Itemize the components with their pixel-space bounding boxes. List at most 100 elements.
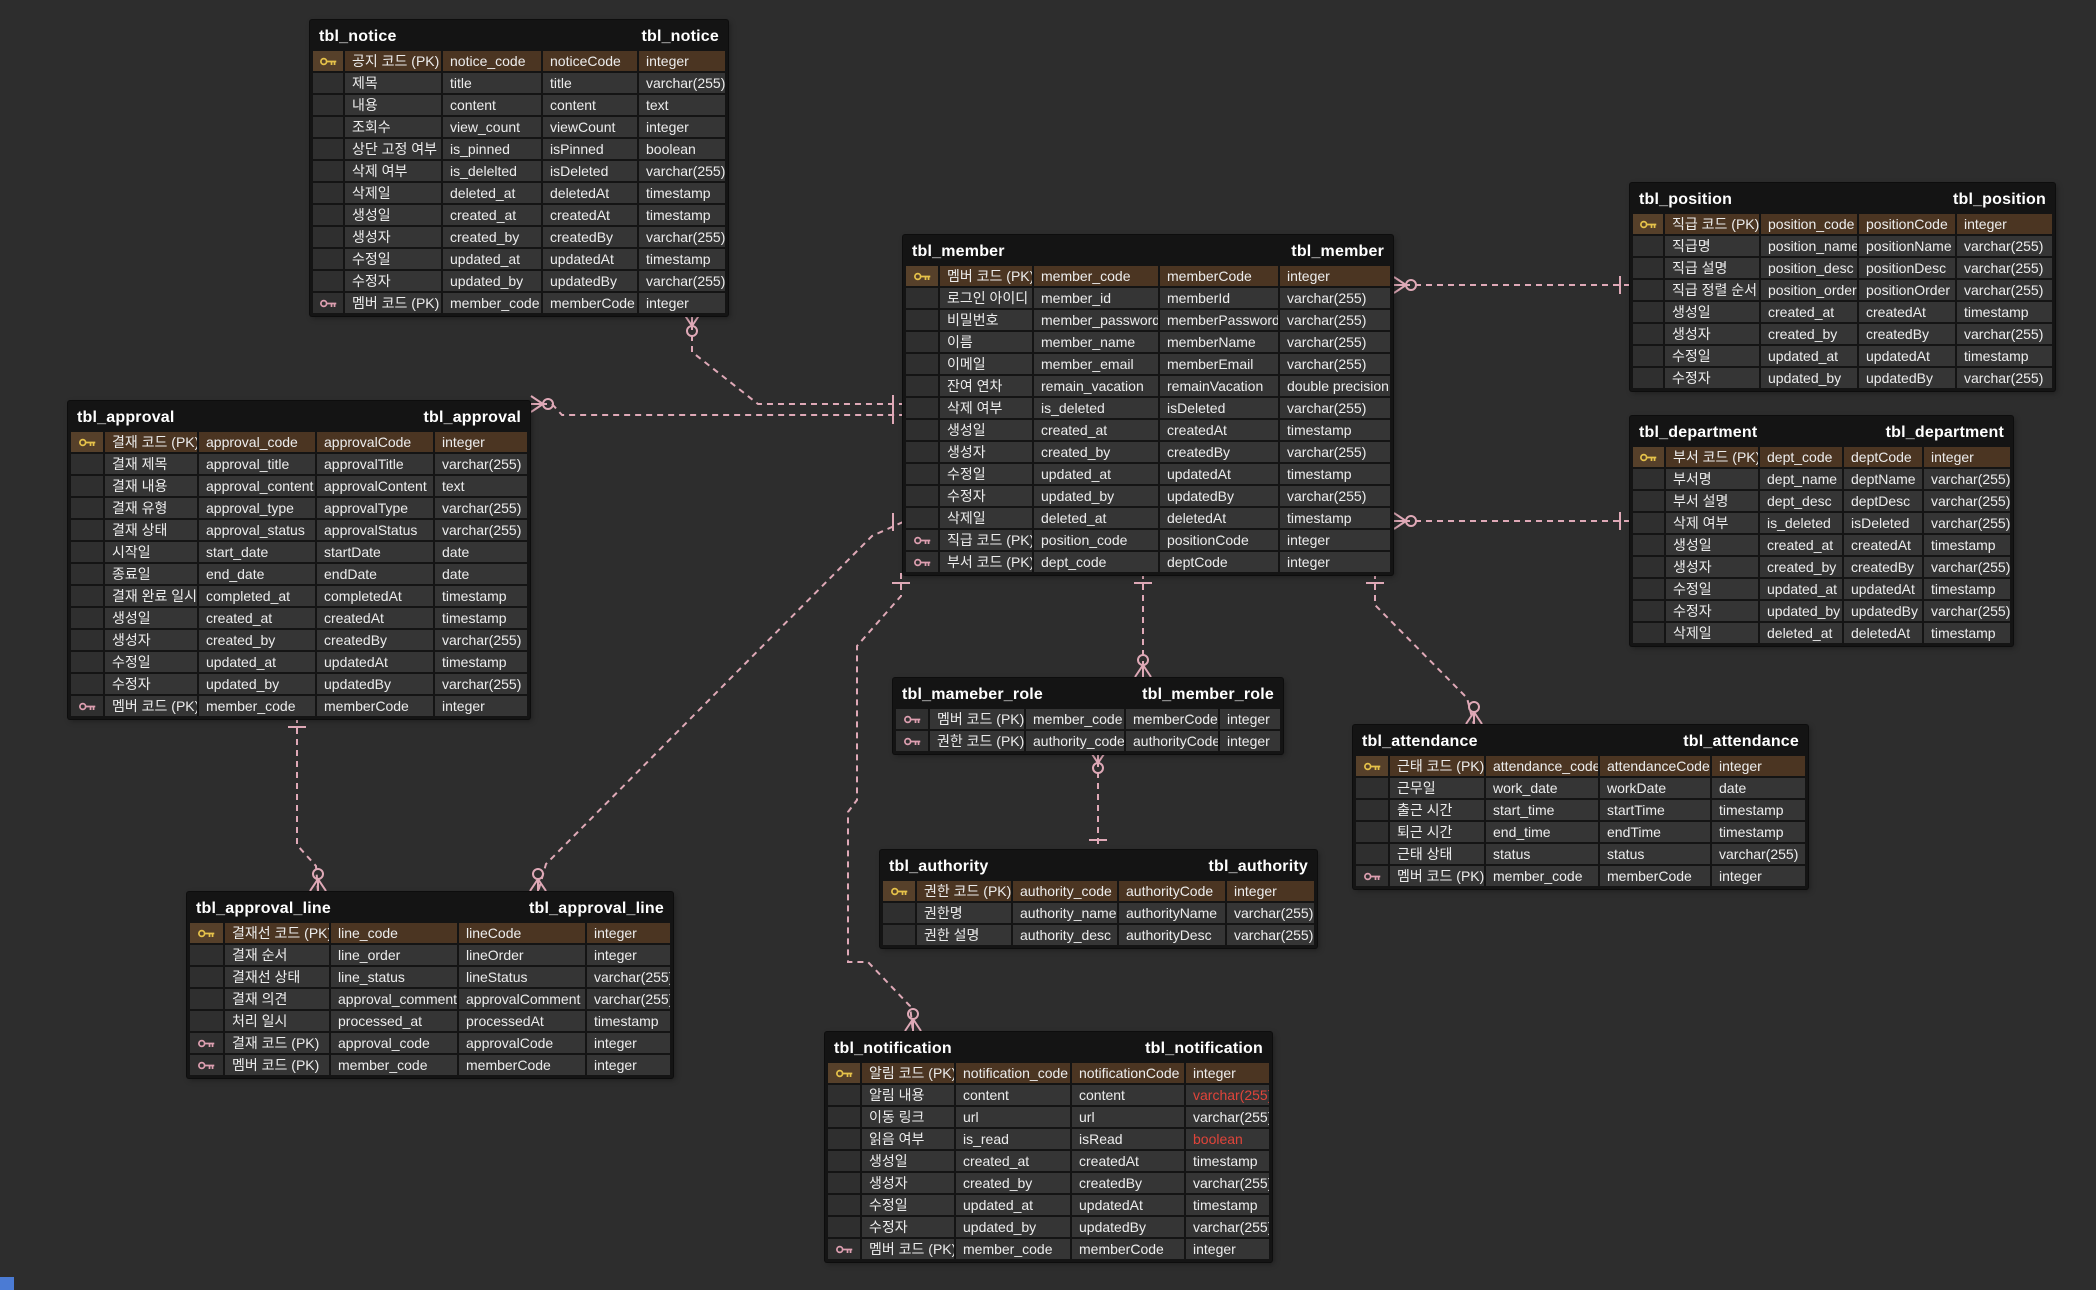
table-tbl_notice[interactable]: tbl_noticetbl_notice공지 코드 (PK)notice_cod… [310, 20, 728, 316]
column-row-deleted_at[interactable]: 삭제일deleted_atdeletedAttimestamp [313, 183, 725, 203]
column-row-member_name[interactable]: 이름member_namememberNamevarchar(255) [906, 332, 1390, 352]
table-header[interactable]: tbl_noticetbl_notice [313, 23, 725, 51]
column-row-updated_at[interactable]: 수정일updated_atupdatedAttimestamp [828, 1195, 1269, 1215]
column-row-title[interactable]: 제목titletitlevarchar(255) [313, 73, 725, 93]
column-row-approval_content[interactable]: 결재 내용approval_contentapprovalContenttext [71, 476, 527, 496]
column-row-updated_at[interactable]: 수정일updated_atupdatedAttimestamp [313, 249, 725, 269]
table-tbl_attendance[interactable]: tbl_attendancetbl_attendance근태 코드 (PK)at… [1353, 725, 1808, 889]
table-tbl_department[interactable]: tbl_departmenttbl_department부서 코드 (PK)de… [1630, 416, 2013, 646]
column-row-approval_code[interactable]: 결재 코드 (PK)approval_codeapprovalCodeinteg… [71, 432, 527, 452]
column-row-dept_code[interactable]: 부서 코드 (PK)dept_codedeptCodeinteger [1633, 447, 2010, 467]
column-row-member_code[interactable]: 멤버 코드 (PK)member_codememberCodeinteger [896, 709, 1280, 729]
column-row-position_name[interactable]: 직급명position_namepositionNamevarchar(255) [1633, 236, 2052, 256]
column-row-created_at[interactable]: 생성일created_atcreatedAttimestamp [313, 205, 725, 225]
column-row-member_email[interactable]: 이메일member_emailmemberEmailvarchar(255) [906, 354, 1390, 374]
column-row-position_code[interactable]: 직급 코드 (PK)position_codepositionCodeinteg… [1633, 214, 2052, 234]
column-row-work_date[interactable]: 근무일work_dateworkDatedate [1356, 778, 1805, 798]
column-row-created_at[interactable]: 생성일created_atcreatedAttimestamp [828, 1151, 1269, 1171]
column-row-updated_at[interactable]: 수정일updated_atupdatedAttimestamp [1633, 579, 2010, 599]
column-row-created_at[interactable]: 생성일created_atcreatedAttimestamp [1633, 302, 2052, 322]
column-row-member_code[interactable]: 멤버 코드 (PK)member_codememberCodeinteger [828, 1239, 1269, 1259]
table-header[interactable]: tbl_approvaltbl_approval [71, 404, 527, 432]
relationship-edge-tbl_member-tbl_notification[interactable] [848, 573, 921, 1032]
column-row-position_order[interactable]: 직급 정렬 순서position_orderpositionOrdervarch… [1633, 280, 2052, 300]
column-row-content[interactable]: 내용contentcontenttext [313, 95, 725, 115]
column-row-start_date[interactable]: 시작일start_datestartDatedate [71, 542, 527, 562]
column-row-updated_by[interactable]: 수정자updated_byupdatedByvarchar(255) [313, 271, 725, 291]
column-row-updated_by[interactable]: 수정자updated_byupdatedByvarchar(255) [906, 486, 1390, 506]
column-row-is_deleted[interactable]: 삭제 여부is_deletedisDeletedvarchar(255) [906, 398, 1390, 418]
column-row-updated_at[interactable]: 수정일updated_atupdatedAttimestamp [906, 464, 1390, 484]
column-row-member_code[interactable]: 멤버 코드 (PK)member_codememberCodeinteger [906, 266, 1390, 286]
column-row-created_by[interactable]: 생성자created_bycreatedByvarchar(255) [1633, 324, 2052, 344]
column-row-updated_by[interactable]: 수정자updated_byupdatedByvarchar(255) [71, 674, 527, 694]
column-row-start_time[interactable]: 출근 시간start_timestartTimetimestamp [1356, 800, 1805, 820]
column-row-updated_at[interactable]: 수정일updated_atupdatedAttimestamp [1633, 346, 2052, 366]
table-header[interactable]: tbl_approval_linetbl_approval_line [190, 895, 670, 923]
relationship-edge-tbl_member-tbl_approval_line[interactable] [530, 513, 903, 892]
column-row-dept_desc[interactable]: 부서 설명dept_descdeptDescvarchar(255) [1633, 491, 2010, 511]
table-header[interactable]: tbl_attendancetbl_attendance [1356, 728, 1805, 756]
relationship-edge-tbl_approval-tbl_approval_line[interactable] [288, 717, 326, 892]
column-row-completed_at[interactable]: 결재 완료 일시completed_atcompletedAttimestamp [71, 586, 527, 606]
column-row-is_deleted[interactable]: 삭제 여부is_deletedisDeletedvarchar(255) [1633, 513, 2010, 533]
column-row-status[interactable]: 근태 상태statusstatusvarchar(255) [1356, 844, 1805, 864]
relationship-edge-tbl_member-tbl_mameber_role[interactable] [1134, 573, 1152, 678]
column-row-created_by[interactable]: 생성자created_bycreatedByvarchar(255) [313, 227, 725, 247]
relationship-edge-tbl_department-tbl_member[interactable] [1393, 512, 1630, 530]
column-row-line_status[interactable]: 결재선 상태line_statuslineStatusvarchar(255) [190, 967, 670, 987]
table-tbl_approval[interactable]: tbl_approvaltbl_approval결재 코드 (PK)approv… [68, 401, 530, 719]
column-row-member_code[interactable]: 멤버 코드 (PK)member_codememberCodeinteger [313, 293, 725, 313]
column-row-updated_by[interactable]: 수정자updated_byupdatedByvarchar(255) [1633, 368, 2052, 388]
relationship-edge-tbl_member-tbl_attendance[interactable] [1366, 573, 1482, 725]
table-header[interactable]: tbl_mameber_roletbl_member_role [896, 681, 1280, 709]
column-row-dept_code[interactable]: 부서 코드 (PK)dept_codedeptCodeinteger [906, 552, 1390, 572]
table-tbl_mameber_role[interactable]: tbl_mameber_roletbl_member_role멤버 코드 (PK… [893, 678, 1283, 754]
column-row-member_code[interactable]: 멤버 코드 (PK)member_codememberCodeinteger [190, 1055, 670, 1075]
column-row-approval_comment[interactable]: 결재 의견approval_commentapprovalCommentvarc… [190, 989, 670, 1009]
column-row-authority_desc[interactable]: 권한 설명authority_descauthorityDescvarchar(… [883, 925, 1314, 945]
column-row-view_count[interactable]: 조회수view_countviewCountinteger [313, 117, 725, 137]
column-row-approval_status[interactable]: 결재 상태approval_statusapprovalStatusvarcha… [71, 520, 527, 540]
table-tbl_approval_line[interactable]: tbl_approval_linetbl_approval_line결재선 코드… [187, 892, 673, 1078]
column-row-deleted_at[interactable]: 삭제일deleted_atdeletedAttimestamp [906, 508, 1390, 528]
column-row-authority_code[interactable]: 권한 코드 (PK)authority_codeauthorityCodeint… [883, 881, 1314, 901]
column-row-created_at[interactable]: 생성일created_atcreatedAttimestamp [71, 608, 527, 628]
column-row-line_order[interactable]: 결재 순서line_orderlineOrderinteger [190, 945, 670, 965]
column-row-member_code[interactable]: 멤버 코드 (PK)member_codememberCodeinteger [1356, 866, 1805, 886]
column-row-position_desc[interactable]: 직급 설명position_descpositionDescvarchar(25… [1633, 258, 2052, 278]
column-row-authority_code[interactable]: 권한 코드 (PK)authority_codeauthorityCodeint… [896, 731, 1280, 751]
table-tbl_member[interactable]: tbl_membertbl_member멤버 코드 (PK)member_cod… [903, 235, 1393, 575]
relationship-edge-tbl_position-tbl_member[interactable] [1393, 276, 1630, 294]
column-row-member_id[interactable]: 로그인 아이디member_idmemberIdvarchar(255) [906, 288, 1390, 308]
column-row-created_at[interactable]: 생성일created_atcreatedAttimestamp [1633, 535, 2010, 555]
relationship-edge-tbl_authority-tbl_mameber_role[interactable] [1089, 750, 1107, 850]
table-tbl_position[interactable]: tbl_positiontbl_position직급 코드 (PK)positi… [1630, 183, 2055, 391]
table-header[interactable]: tbl_membertbl_member [906, 238, 1390, 266]
column-row-updated_by[interactable]: 수정자updated_byupdatedByvarchar(255) [828, 1217, 1269, 1237]
column-row-created_at[interactable]: 생성일created_atcreatedAttimestamp [906, 420, 1390, 440]
column-row-member_code[interactable]: 멤버 코드 (PK)member_codememberCodeinteger [71, 696, 527, 716]
table-tbl_notification[interactable]: tbl_notificationtbl_notification알림 코드 (P… [825, 1032, 1272, 1262]
column-row-is_delelted[interactable]: 삭제 여부is_deleltedisDeletedvarchar(255) [313, 161, 725, 181]
column-row-updated_by[interactable]: 수정자updated_byupdatedByvarchar(255) [1633, 601, 2010, 621]
column-row-end_date[interactable]: 종료일end_dateendDatedate [71, 564, 527, 584]
table-header[interactable]: tbl_departmenttbl_department [1633, 419, 2010, 447]
table-header[interactable]: tbl_notificationtbl_notification [828, 1035, 1269, 1063]
column-row-url[interactable]: 이동 링크urlurlvarchar(255) [828, 1107, 1269, 1127]
column-row-line_code[interactable]: 결재선 코드 (PK)line_codelineCodeinteger [190, 923, 670, 943]
column-row-created_by[interactable]: 생성자created_bycreatedByvarchar(255) [828, 1173, 1269, 1193]
column-row-end_time[interactable]: 퇴근 시간end_timeendTimetimestamp [1356, 822, 1805, 842]
column-row-content[interactable]: 알림 내용contentcontentvarchar(255) [828, 1085, 1269, 1105]
column-row-processed_at[interactable]: 처리 일시processed_atprocessedAttimestamp [190, 1011, 670, 1031]
column-row-created_by[interactable]: 생성자created_bycreatedByvarchar(255) [1633, 557, 2010, 577]
column-row-approval_type[interactable]: 결재 유형approval_typeapprovalTypevarchar(25… [71, 498, 527, 518]
column-row-authority_name[interactable]: 권한명authority_nameauthorityNamevarchar(25… [883, 903, 1314, 923]
table-tbl_authority[interactable]: tbl_authoritytbl_authority권한 코드 (PK)auth… [880, 850, 1317, 948]
erd-canvas[interactable]: tbl_noticetbl_notice공지 코드 (PK)notice_cod… [0, 0, 2096, 1290]
column-row-notification_code[interactable]: 알림 코드 (PK)notification_codenotificationC… [828, 1063, 1269, 1083]
column-row-is_pinned[interactable]: 상단 고정 여부is_pinnedisPinnedboolean [313, 139, 725, 159]
column-row-position_code[interactable]: 직급 코드 (PK)position_codepositionCodeinteg… [906, 530, 1390, 550]
column-row-dept_name[interactable]: 부서명dept_namedeptNamevarchar(255) [1633, 469, 2010, 489]
column-row-created_by[interactable]: 생성자created_bycreatedByvarchar(255) [71, 630, 527, 650]
